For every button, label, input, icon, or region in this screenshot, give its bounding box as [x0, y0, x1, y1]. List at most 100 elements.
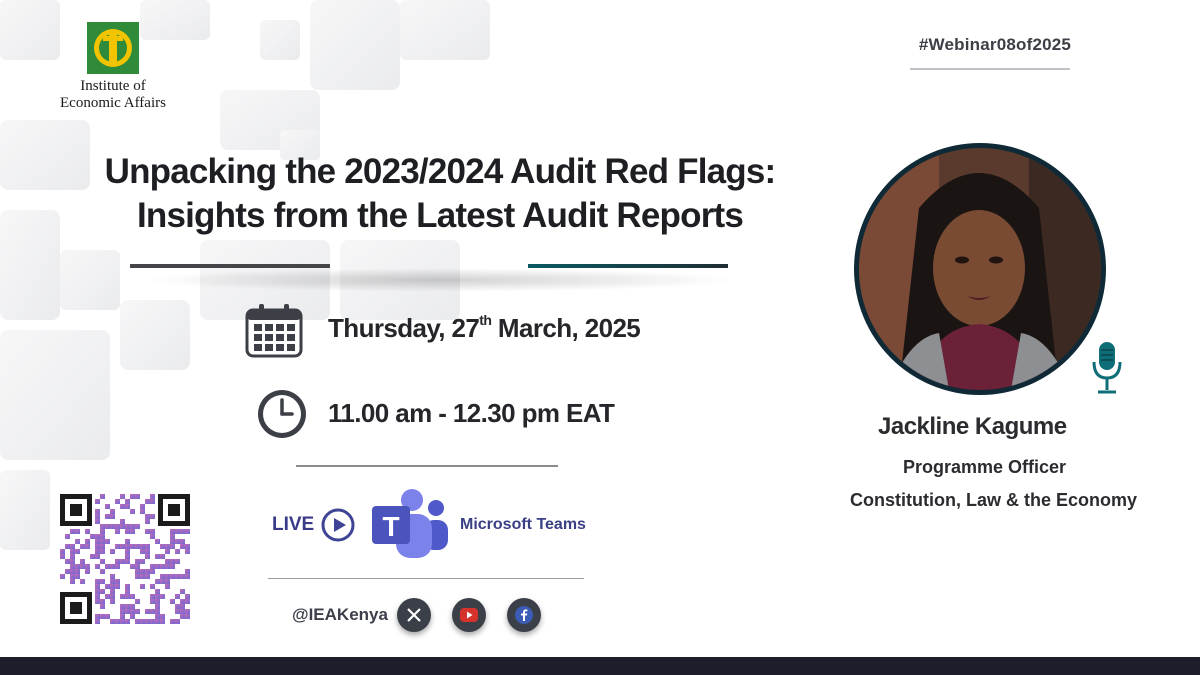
youtube-icon[interactable]: [452, 598, 486, 632]
qr-module: [105, 524, 110, 529]
qr-module: [95, 564, 100, 569]
qr-module: [145, 619, 150, 624]
qr-module: [100, 604, 105, 609]
qr-module: [175, 529, 180, 534]
qr-module: [155, 599, 160, 604]
title-line-1: Unpacking the 2023/2024 Audit Red Flags:: [104, 152, 777, 191]
qr-module: [160, 579, 165, 584]
qr-module: [115, 529, 120, 534]
qr-module: [70, 544, 75, 549]
qr-module: [120, 504, 125, 509]
qr-module: [185, 599, 190, 604]
qr-module: [145, 544, 150, 549]
title-line-2: Insights from the Latest Audit Reports: [136, 196, 744, 235]
qr-module: [180, 589, 185, 594]
qr-module: [75, 574, 80, 579]
qr-module: [180, 544, 185, 549]
qr-module: [125, 539, 130, 544]
qr-module: [140, 544, 145, 549]
qr-module: [125, 604, 130, 609]
qr-code[interactable]: [60, 494, 190, 624]
qr-module: [150, 609, 155, 614]
qr-module: [185, 529, 190, 534]
qr-module: [150, 619, 155, 624]
qr-module: [105, 514, 110, 519]
qr-module: [85, 539, 90, 544]
qr-module: [115, 499, 120, 504]
qr-module: [110, 574, 115, 579]
qr-module: [170, 574, 175, 579]
qr-module: [130, 494, 135, 499]
qr-module: [165, 549, 170, 554]
qr-module: [170, 564, 175, 569]
qr-module: [170, 539, 175, 544]
qr-module: [165, 544, 170, 549]
speaker-portrait: [859, 148, 1101, 390]
qr-module: [125, 594, 130, 599]
qr-module: [135, 564, 140, 569]
facebook-logo-glyph: [515, 606, 533, 624]
qr-module: [100, 559, 105, 564]
qr-module: [145, 529, 150, 534]
qr-module: [100, 539, 105, 544]
qr-module: [185, 594, 190, 599]
qr-module: [110, 509, 115, 514]
qr-module: [115, 619, 120, 624]
qr-module: [100, 589, 105, 594]
qr-module: [120, 559, 125, 564]
qr-module: [105, 594, 110, 599]
qr-module: [180, 614, 185, 619]
qr-module: [120, 524, 125, 529]
qr-module: [155, 594, 160, 599]
qr-module: [75, 569, 80, 574]
qr-module: [130, 524, 135, 529]
qr-module: [115, 544, 120, 549]
qr-module: [175, 549, 180, 554]
qr-module: [175, 539, 180, 544]
x-icon[interactable]: [397, 598, 431, 632]
qr-module: [145, 519, 150, 524]
qr-module: [110, 589, 115, 594]
qr-module: [185, 614, 190, 619]
qr-module: [95, 614, 100, 619]
youtube-logo-glyph: [460, 608, 478, 622]
qr-module: [115, 559, 120, 564]
qr-module: [95, 619, 100, 624]
qr-module: [75, 564, 80, 569]
iea-logo: Institute of Economic Affairs: [58, 22, 168, 112]
qr-module: [95, 594, 100, 599]
qr-module: [185, 609, 190, 614]
qr-module: [140, 569, 145, 574]
qr-module: [130, 564, 135, 569]
qr-module: [90, 554, 95, 559]
qr-module: [140, 619, 145, 624]
qr-module: [155, 609, 160, 614]
qr-module: [110, 549, 115, 554]
iea-emblem-icon: [87, 22, 139, 74]
qr-module: [120, 544, 125, 549]
qr-module: [105, 504, 110, 509]
qr-module: [185, 549, 190, 554]
qr-module: [125, 504, 130, 509]
qr-module: [70, 554, 75, 559]
qr-module: [65, 569, 70, 574]
qr-module: [180, 529, 185, 534]
qr-module: [95, 539, 100, 544]
qr-module: [100, 549, 105, 554]
qr-module: [140, 549, 145, 554]
qr-module: [95, 589, 100, 594]
qr-module: [95, 519, 100, 524]
date-ordinal: th: [479, 312, 492, 328]
qr-module: [170, 544, 175, 549]
qr-module: [95, 549, 100, 554]
qr-module: [95, 534, 100, 539]
qr-module: [130, 509, 135, 514]
qr-module: [105, 539, 110, 544]
qr-module: [150, 534, 155, 539]
qr-module: [125, 544, 130, 549]
facebook-icon[interactable]: [507, 598, 541, 632]
qr-module: [130, 529, 135, 534]
event-title: Unpacking the 2023/2024 Audit Red Flags:…: [70, 150, 810, 238]
event-date: Thursday, 27th March, 2025: [328, 312, 641, 344]
qr-module: [80, 559, 85, 564]
